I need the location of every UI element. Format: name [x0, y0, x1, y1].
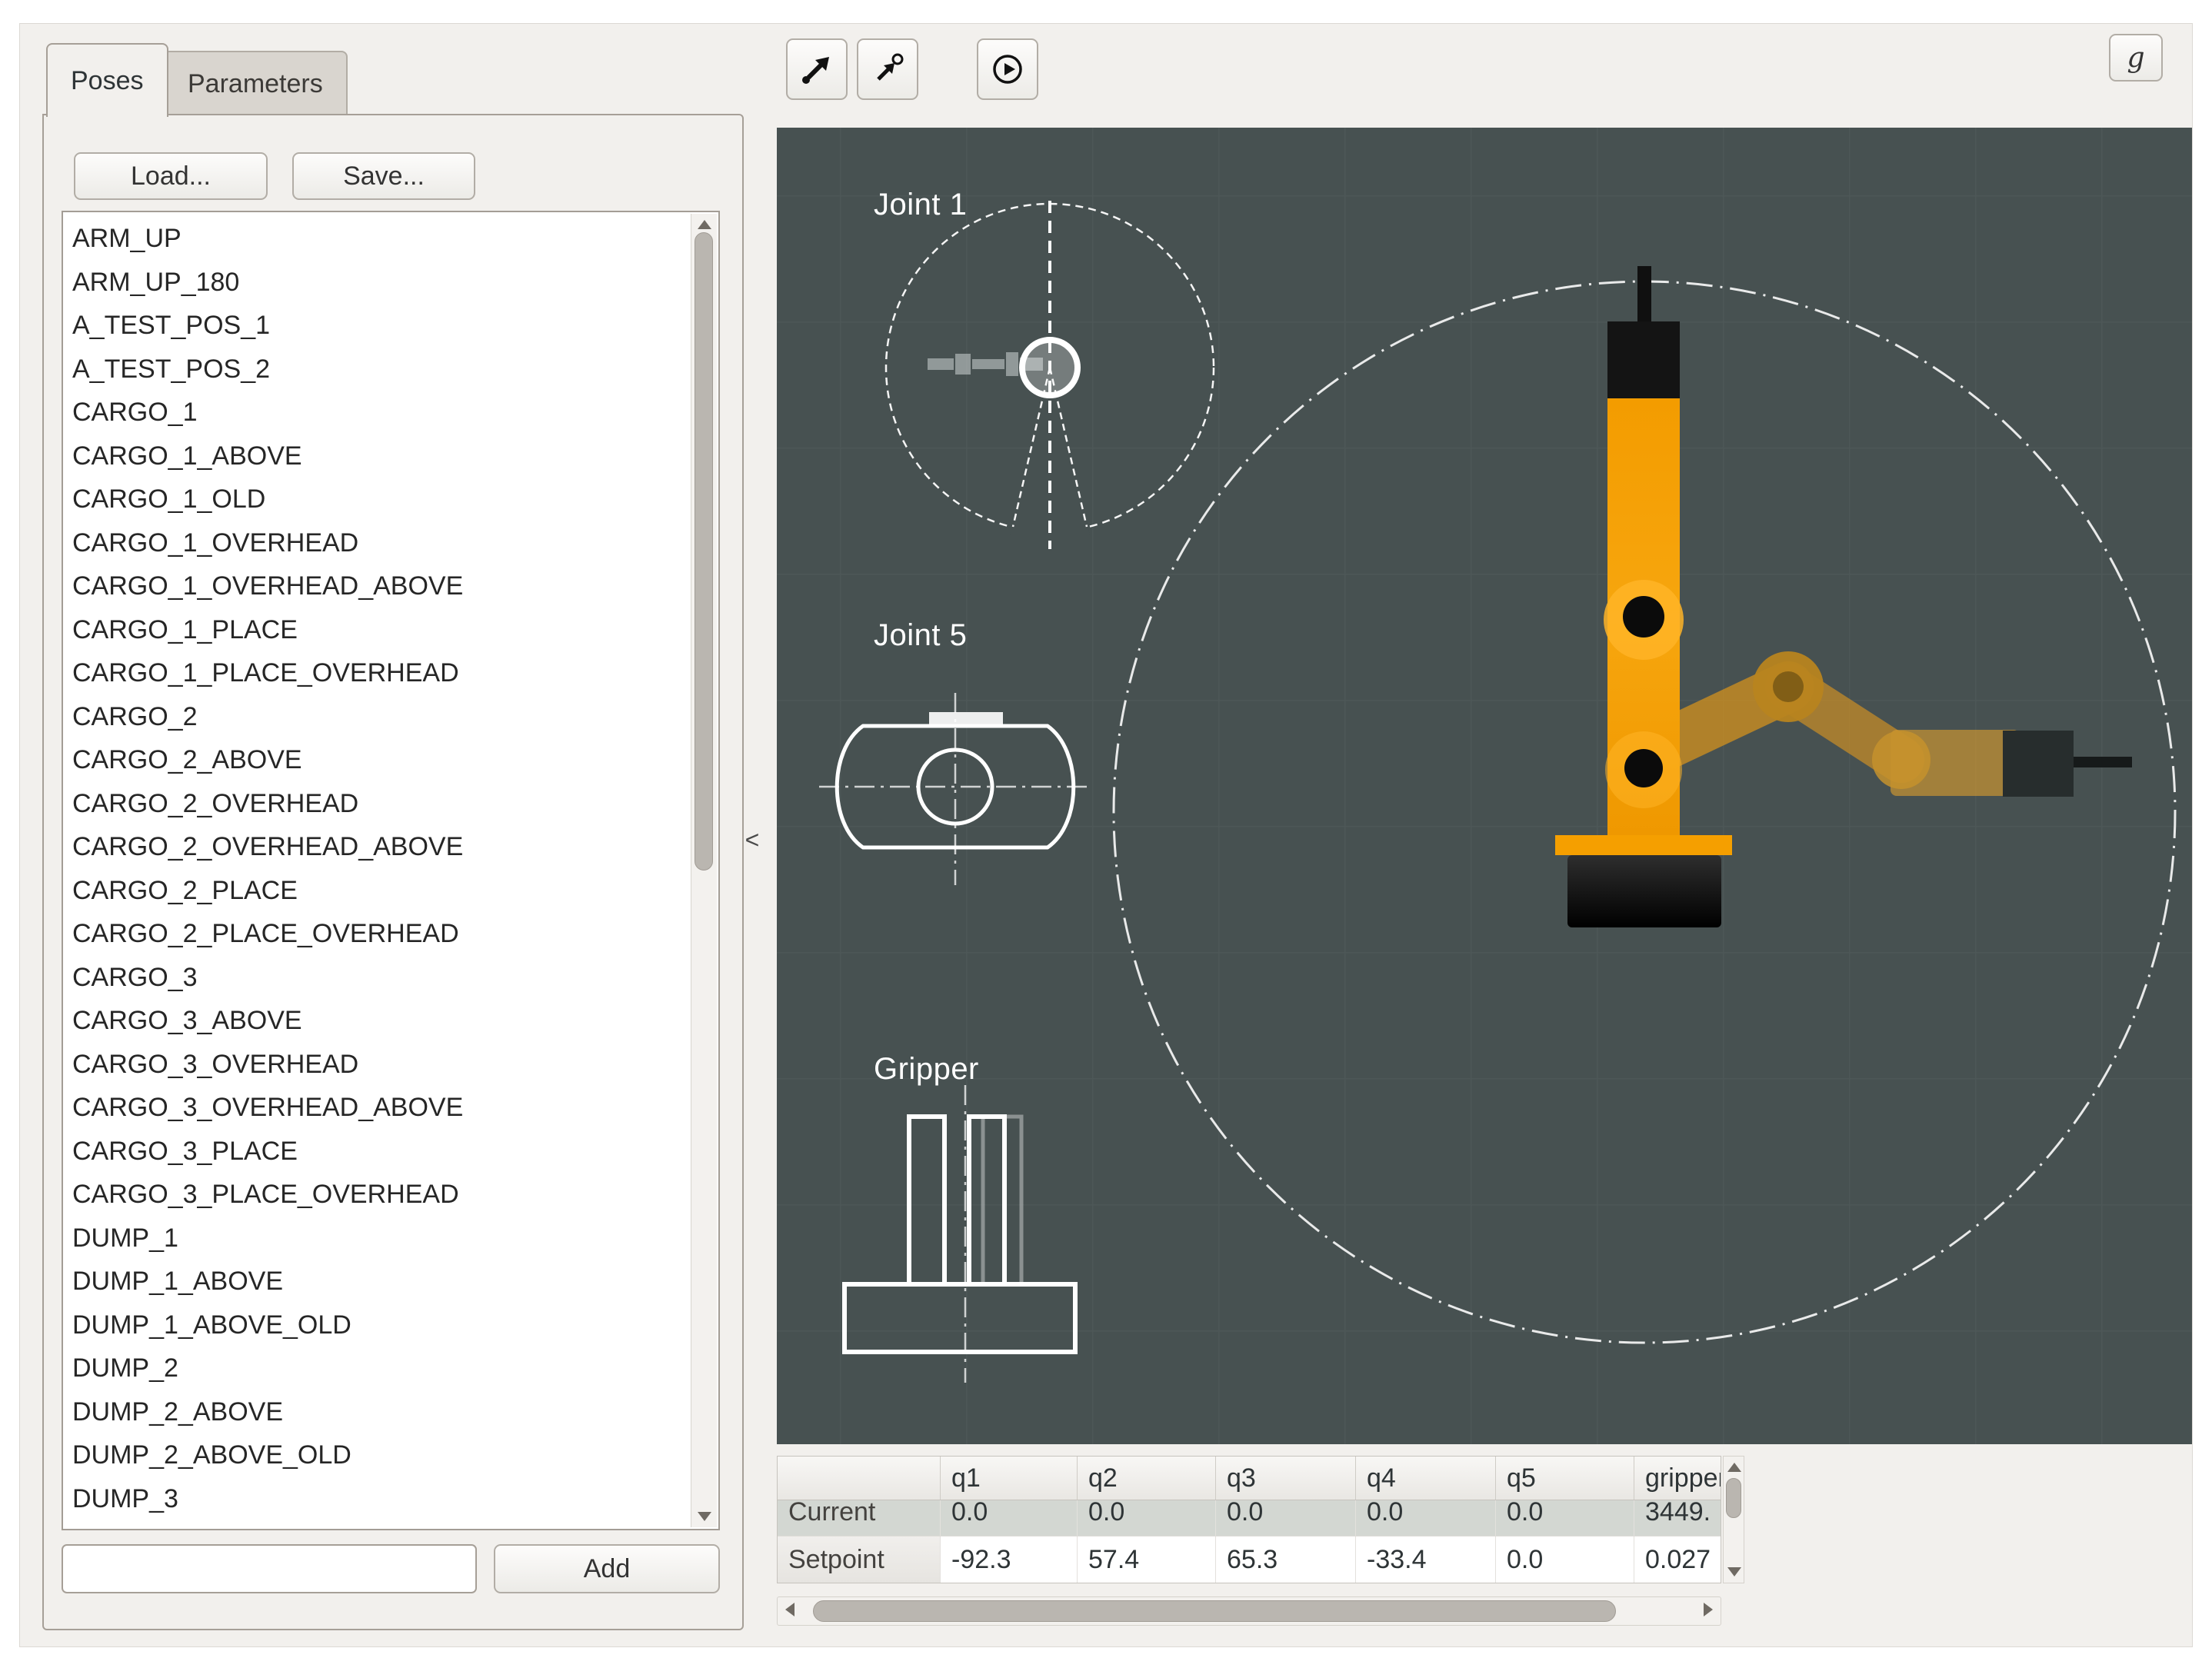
pose-list-item[interactable]: CARGO_3_OVERHEAD	[72, 1043, 683, 1087]
joint-value-cell[interactable]: 65.3	[1216, 1536, 1356, 1583]
new-pose-name-input[interactable]	[62, 1544, 477, 1593]
pose-list-item[interactable]: DUMP_3	[72, 1477, 683, 1521]
pose-list-item[interactable]: ARM_UP	[72, 217, 683, 261]
pose-list-item[interactable]: CARGO_3_OVERHEAD_ABOVE	[72, 1086, 683, 1130]
pose-list-item[interactable]: DUMP_2_ABOVE	[72, 1390, 683, 1434]
joint1-label: Joint 1	[874, 188, 968, 221]
pose-list-item[interactable]: CARGO_3_PLACE_OVERHEAD	[72, 1173, 683, 1217]
column-header: gripper	[1634, 1457, 1721, 1500]
scroll-down-icon[interactable]	[1727, 1567, 1741, 1576]
table-vertical-scrollbar[interactable]	[1723, 1456, 1744, 1583]
pose-list-item[interactable]: CARGO_1	[72, 391, 683, 434]
row-header: Setpoint	[778, 1536, 941, 1583]
pose-list-item[interactable]: CARGO_1_PLACE	[72, 608, 683, 652]
save-button[interactable]: Save...	[292, 152, 475, 200]
play-trajectory-button[interactable]	[977, 38, 1038, 100]
joint-value-cell[interactable]: 0.027	[1634, 1536, 1721, 1583]
table-vscroll-thumb[interactable]	[1726, 1478, 1741, 1518]
pose-list-item[interactable]: CARGO_1_PLACE_OVERHEAD	[72, 651, 683, 695]
scroll-up-icon[interactable]	[1727, 1463, 1741, 1472]
play-circle-icon	[993, 55, 1022, 84]
column-header: q1	[941, 1457, 1078, 1500]
gripper-label: Gripper	[874, 1052, 979, 1086]
pose-list-item[interactable]: CARGO_2_OVERHEAD	[72, 782, 683, 826]
pose-list-item[interactable]: CARGO_3_PLACE	[72, 1130, 683, 1174]
load-button[interactable]: Load...	[74, 152, 268, 200]
row-header: Current	[778, 1500, 941, 1536]
column-header: q5	[1496, 1457, 1634, 1500]
pose-list-scrollbar[interactable]	[691, 214, 717, 1527]
pose-list-item[interactable]: CARGO_2_PLACE	[72, 869, 683, 913]
joint-value-cell: 0.0	[941, 1500, 1078, 1536]
pose-list-item[interactable]: CARGO_1_OLD	[72, 478, 683, 521]
pose-list-item[interactable]: CARGO_2_OVERHEAD_ABOVE	[72, 825, 683, 869]
pose-list-item[interactable]: DUMP_1_ABOVE_OLD	[72, 1303, 683, 1347]
joint-value-cell: 0.0	[1496, 1500, 1634, 1536]
joint-value-cell[interactable]: 57.4	[1078, 1536, 1216, 1583]
grid-toggle-button[interactable]: g	[2109, 34, 2163, 82]
pose-list-item[interactable]: DUMP_2	[72, 1347, 683, 1390]
table-hscroll-thumb[interactable]	[813, 1600, 1616, 1622]
joint-table-body[interactable]: Current 0.0 0.0 0.0 0.0 0.0 3449. Setpoi…	[777, 1500, 1721, 1583]
pose-list-item[interactable]: CARGO_2	[72, 695, 683, 739]
tab-poses-label: Poses	[71, 65, 144, 95]
tab-parameters[interactable]: Parameters	[163, 51, 348, 115]
pose-list-item[interactable]: CARGO_1_OVERHEAD	[72, 521, 683, 565]
pose-list-item[interactable]: CARGO_2_PLACE_OVERHEAD	[72, 912, 683, 956]
scroll-up-icon[interactable]	[698, 220, 711, 229]
tab-parameters-label: Parameters	[188, 68, 323, 98]
joint-value-cell[interactable]: -92.3	[941, 1536, 1078, 1583]
table-row-setpoint[interactable]: Setpoint -92.3 57.4 65.3 -33.4 0.0 0.027	[778, 1536, 1721, 1583]
joint-table-header: q1 q2 q3 q4 q5 gripper	[777, 1456, 1721, 1500]
joint-value-cell: 0.0	[1356, 1500, 1496, 1536]
column-header: q4	[1356, 1457, 1496, 1500]
pose-list-item[interactable]: CARGO_3	[72, 956, 683, 1000]
joint-value-cell: 0.0	[1216, 1500, 1356, 1536]
pose-list-item[interactable]: ARM_UP_180	[72, 261, 683, 305]
column-header	[778, 1457, 941, 1500]
pose-arrow-small-icon	[877, 53, 904, 81]
pose-list[interactable]: ARM_UP ARM_UP_180 A_TEST_POS_1 A_TEST_PO…	[62, 211, 720, 1530]
column-header: q2	[1078, 1457, 1216, 1500]
robot-visualization-canvas[interactable]: Joint 1 Joint 5 Gripper	[777, 128, 2192, 1444]
pose-arrow-icon	[802, 57, 829, 84]
table-row-current[interactable]: Current 0.0 0.0 0.0 0.0 0.0 3449.	[778, 1500, 1721, 1536]
pose-list-item[interactable]: CARGO_3_ABOVE	[72, 999, 683, 1043]
joint-value-cell[interactable]: -33.4	[1356, 1536, 1496, 1583]
joint-value-cell: 0.0	[1078, 1500, 1216, 1536]
pose-list-item[interactable]: CARGO_1_OVERHEAD_ABOVE	[72, 564, 683, 608]
pose-list-item[interactable]: CARGO_1_ABOVE	[72, 434, 683, 478]
joint5-label: Joint 5	[874, 618, 968, 652]
joint-value-cell: 3449.	[1634, 1500, 1721, 1536]
pose-list-item[interactable]: CARGO_2_ABOVE	[72, 738, 683, 782]
scroll-left-icon[interactable]	[785, 1603, 795, 1616]
pose-list-item[interactable]: A_TEST_POS_2	[72, 348, 683, 391]
go-to-pose-button[interactable]	[786, 38, 848, 100]
scroll-down-icon[interactable]	[698, 1512, 711, 1521]
column-header: q3	[1216, 1457, 1356, 1500]
pose-list-item[interactable]: DUMP_1	[72, 1217, 683, 1260]
panel-collapse-handle[interactable]: <	[737, 814, 768, 866]
jog-to-pose-button[interactable]	[857, 38, 918, 100]
pose-list-items: ARM_UP ARM_UP_180 A_TEST_POS_1 A_TEST_PO…	[72, 217, 683, 1524]
joint-table-rows: Current 0.0 0.0 0.0 0.0 0.0 3449. Setpoi…	[778, 1500, 1721, 1583]
tab-poses[interactable]: Poses	[46, 43, 168, 117]
robot-drawing	[819, 201, 2177, 1383]
pose-list-item[interactable]: A_TEST_POS_1	[72, 304, 683, 348]
pose-list-item[interactable]: DUMP_1_ABOVE	[72, 1260, 683, 1303]
table-horizontal-scrollbar[interactable]	[777, 1596, 1721, 1626]
pose-list-scroll-thumb[interactable]	[695, 232, 713, 871]
joint-value-cell[interactable]: 0.0	[1496, 1536, 1634, 1583]
add-pose-button[interactable]: Add	[494, 1544, 720, 1593]
scroll-right-icon[interactable]	[1704, 1603, 1713, 1616]
pose-list-item[interactable]: DUMP_2_ABOVE_OLD	[72, 1433, 683, 1477]
